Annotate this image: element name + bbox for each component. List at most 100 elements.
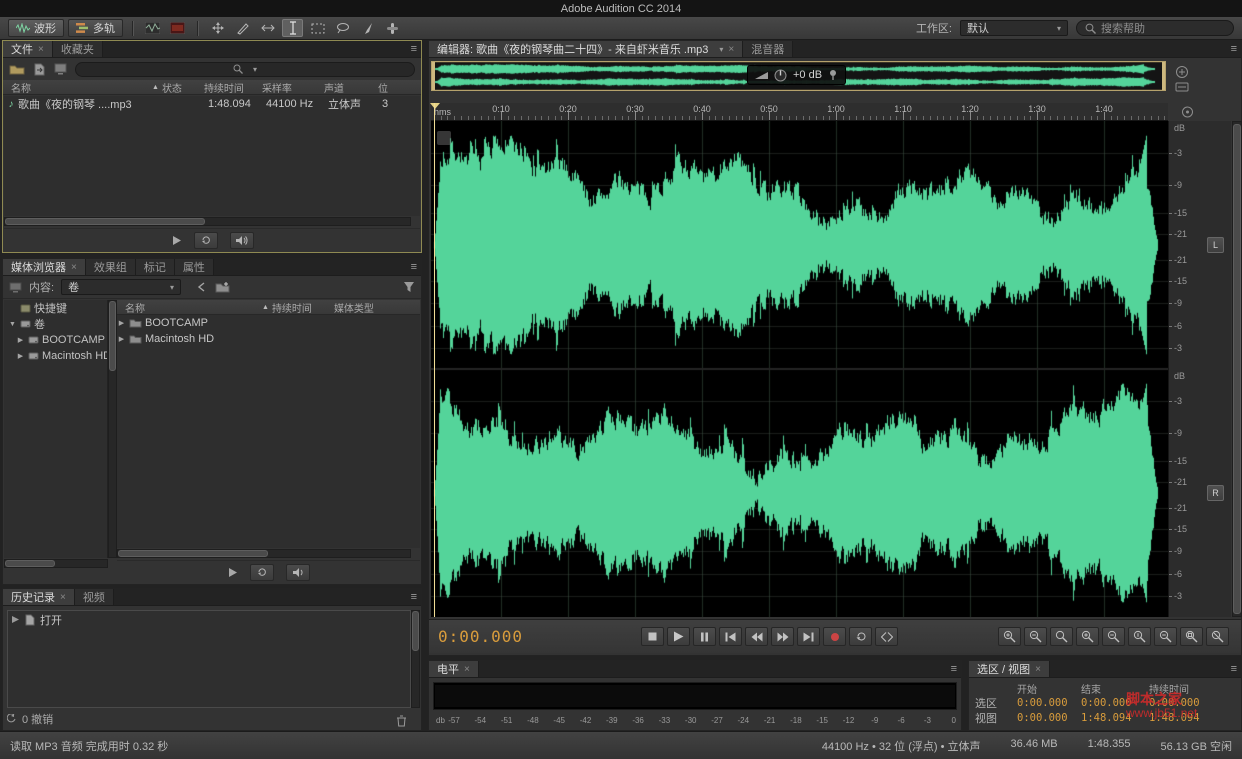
help-search-input[interactable]: 搜索帮助 (1076, 20, 1234, 36)
panel-menu-icon[interactable]: ≡ (1231, 43, 1237, 55)
skip-to-start-button[interactable] (719, 627, 742, 646)
tree-item-volumes[interactable]: ▼ 卷 (4, 316, 107, 332)
tab-files[interactable]: 文件 × (3, 41, 53, 57)
tab-properties[interactable]: 属性 (175, 259, 214, 275)
slip-tool[interactable] (257, 19, 278, 37)
close-icon[interactable]: × (728, 44, 734, 55)
overview-settings-icon[interactable] (1175, 81, 1189, 93)
media-horizontal-scrollbar[interactable] (117, 549, 411, 558)
timeline-ruler[interactable]: hms 0:100:200:300:400:501:001:101:201:30… (431, 103, 1168, 121)
panel-menu-icon[interactable]: ≡ (411, 43, 417, 55)
move-tool[interactable] (207, 19, 228, 37)
zoom-in-time-button[interactable] (1076, 627, 1099, 646)
tree-horizontal-scrollbar[interactable] (4, 559, 108, 568)
tab-favorites[interactable]: 收藏夹 (53, 41, 103, 57)
tab-media-browser[interactable]: 媒体浏览器 × (3, 259, 86, 275)
chevron-down-icon[interactable]: ▾ (719, 45, 723, 54)
pause-button[interactable] (693, 627, 716, 646)
back-icon[interactable] (196, 282, 208, 292)
workspace-dropdown[interactable]: 默认 ▾ (960, 20, 1068, 36)
files-column-header[interactable]: 名称 ▲ 状态 持续时间 采样率 声道 位 (3, 80, 421, 95)
zoom-full-button[interactable] (1050, 627, 1073, 646)
fast-forward-button[interactable] (771, 627, 794, 646)
show-spectral-toggle[interactable] (167, 19, 188, 37)
panel-menu-icon[interactable]: ≡ (1231, 663, 1237, 675)
overview-left-handle[interactable] (432, 62, 435, 90)
selection-start-value[interactable]: 0:00.000 (1017, 697, 1081, 709)
close-icon[interactable]: × (38, 44, 44, 55)
right-channel-button[interactable]: R (1207, 485, 1224, 501)
tab-effects-rack[interactable]: 效果组 (86, 259, 136, 275)
close-icon[interactable]: × (464, 664, 470, 675)
zoom-reset-button[interactable] (1206, 627, 1229, 646)
tab-selection-view[interactable]: 选区 / 视图 × (969, 661, 1050, 677)
waveform-display[interactable] (431, 121, 1168, 617)
history-vertical-scrollbar[interactable] (411, 610, 420, 708)
show-waveform-toggle[interactable] (142, 19, 163, 37)
waveform-mode-button[interactable]: 波形 (8, 19, 64, 37)
play-button[interactable] (667, 627, 690, 646)
files-horizontal-scrollbar[interactable] (4, 217, 411, 226)
preview-play-icon[interactable] (227, 567, 238, 578)
record-button[interactable] (823, 627, 846, 646)
tab-levels[interactable]: 电平 × (429, 661, 479, 677)
media-row-bootcamp[interactable]: ▶ BOOTCAMP (117, 315, 420, 331)
tab-history[interactable]: 历史记录 × (3, 589, 75, 605)
left-channel-button[interactable]: L (1207, 237, 1224, 253)
content-dropdown[interactable]: 卷 ▾ (61, 279, 181, 295)
tree-vertical-scrollbar[interactable] (108, 300, 117, 558)
add-shortcut-icon[interactable] (215, 281, 230, 293)
expand-icon[interactable]: ▶ (117, 335, 126, 343)
preview-play-icon[interactable] (171, 235, 182, 246)
zoom-to-selection-button[interactable] (1180, 627, 1203, 646)
files-search-input[interactable]: ▾ (75, 62, 415, 77)
waveform-canvas[interactable] (431, 121, 1168, 617)
overview-right-handle[interactable] (1162, 62, 1165, 90)
multitrack-mode-button[interactable]: 多轨 (68, 19, 123, 37)
panel-menu-icon[interactable]: ≡ (411, 261, 417, 273)
vertical-zoom-scrollbar[interactable] (1232, 121, 1242, 617)
expand-icon[interactable]: ▶ (16, 352, 25, 360)
panel-menu-icon[interactable]: ≡ (411, 591, 417, 603)
preview-speaker-button[interactable] (286, 564, 310, 581)
tree-item-bootcamp[interactable]: ▶ BOOTCAMP (4, 332, 107, 348)
file-row[interactable]: ♪ 歌曲《夜的钢琴 ....mp3 1:48.094 44100 Hz 立体声 … (4, 96, 420, 112)
overview-zoom-icon[interactable] (1175, 65, 1189, 79)
paintbrush-selection-tool[interactable] (357, 19, 378, 37)
open-file-icon[interactable] (9, 63, 25, 75)
tree-item-macintosh-hd[interactable]: ▶ Macintosh HD (4, 348, 107, 364)
zoom-out-amplitude-button[interactable] (1154, 627, 1177, 646)
expand-icon[interactable]: ▶ (16, 336, 25, 344)
zoom-in-button[interactable] (998, 627, 1021, 646)
filter-icon[interactable] (403, 281, 415, 293)
history-item-open[interactable]: 打开 (8, 611, 410, 628)
playhead-handle[interactable] (430, 103, 440, 109)
time-selection-tool[interactable] (282, 19, 303, 37)
media-row-macintosh-hd[interactable]: ▶ Macintosh HD (117, 331, 420, 347)
lasso-selection-tool[interactable] (332, 19, 353, 37)
playhead[interactable] (434, 103, 435, 617)
tree-item-shortcuts[interactable]: 快捷键 (4, 300, 107, 316)
preview-speaker-button[interactable] (230, 232, 254, 249)
collapse-icon[interactable]: ▼ (8, 321, 17, 328)
razor-tool[interactable] (232, 19, 253, 37)
shuttle-button[interactable] (875, 627, 898, 646)
panel-menu-icon[interactable]: ≡ (951, 663, 957, 675)
marquee-selection-tool[interactable] (307, 19, 328, 37)
media-browser-shortcut-icon[interactable] (54, 63, 67, 75)
tab-mixer[interactable]: 混音器 (743, 41, 793, 57)
zoom-in-amplitude-button[interactable] (1128, 627, 1151, 646)
trash-icon[interactable] (396, 715, 407, 727)
skip-to-end-button[interactable] (797, 627, 820, 646)
close-icon[interactable]: × (1035, 664, 1041, 675)
zoom-out-button[interactable] (1024, 627, 1047, 646)
stop-button[interactable] (641, 627, 664, 646)
tab-video[interactable]: 视频 (75, 589, 114, 605)
media-column-header[interactable]: 名称 ▲ 持续时间 媒体类型 (117, 300, 420, 315)
close-icon[interactable]: × (71, 262, 77, 273)
import-file-icon[interactable] (33, 63, 46, 76)
preview-loop-button[interactable] (194, 232, 218, 249)
expand-icon[interactable]: ▶ (117, 319, 126, 327)
zoom-out-time-button[interactable] (1102, 627, 1125, 646)
tab-editor[interactable]: 编辑器: 歌曲《夜的钢琴曲二十四》- 来自虾米音乐 .mp3 ▾ × (429, 41, 743, 57)
